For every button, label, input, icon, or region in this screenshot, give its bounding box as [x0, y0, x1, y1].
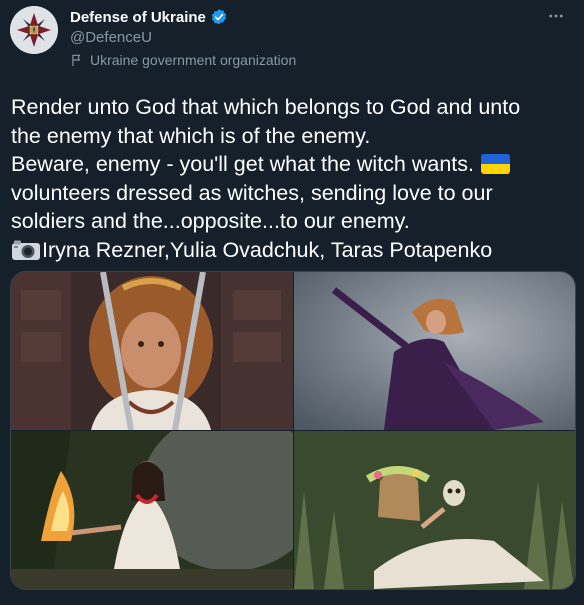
tweet-line-6: Iryna Rezner,Yulia Ovadchuk, Taras Potap… [42, 237, 493, 262]
photo-witch-with-skull [294, 431, 575, 589]
government-label[interactable]: Ukraine government organization [70, 52, 296, 68]
tweet-line-5: soldiers and the...opposite...to our ene… [11, 209, 410, 233]
tweet-line-4: volunteers dressed as witches, sending l… [11, 180, 493, 205]
more-dots-icon [549, 14, 563, 18]
photo-3[interactable] [11, 431, 293, 589]
user-handle[interactable]: @DefenceU [70, 29, 152, 46]
defense-emblem-icon [10, 6, 58, 54]
photo-4[interactable] [294, 431, 575, 589]
tweet-card[interactable]: Defense of Ukraine @DefenceU Ukraine gov… [0, 0, 584, 605]
tweet-line-2: the enemy that which is of the enemy. [11, 123, 371, 148]
tweet-line-1: Render unto God that which belongs to Go… [11, 95, 521, 119]
photo-1[interactable] [11, 272, 293, 430]
photo-witch-with-swords [11, 272, 293, 430]
tweet-text: Render unto God that which belongs to Go… [11, 93, 577, 264]
photo-witch-in-purple-dress [294, 272, 575, 430]
photo-witch-with-torch [11, 431, 293, 589]
photo-2[interactable] [294, 272, 575, 430]
more-options-button[interactable] [542, 6, 570, 26]
avatar[interactable] [10, 6, 58, 54]
flag-icon [72, 54, 81, 66]
tweet-line-3: Beware, enemy - you'll get what the witc… [11, 152, 474, 176]
display-name[interactable]: Defense of Ukraine [70, 9, 206, 26]
verified-badge-icon [211, 9, 227, 25]
government-label-text: Ukraine government organization [90, 52, 297, 68]
ukraine-flag-emoji [481, 154, 510, 175]
camera-emoji [12, 240, 40, 260]
media-grid [10, 271, 576, 590]
